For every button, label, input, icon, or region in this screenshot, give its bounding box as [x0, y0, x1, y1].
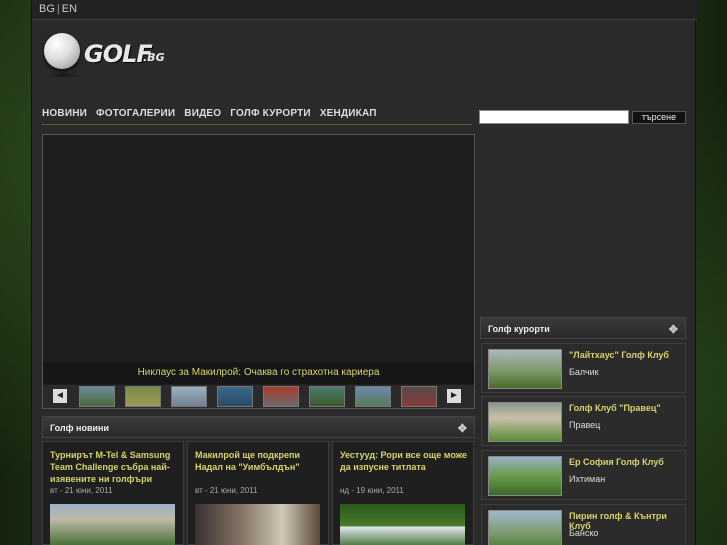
- slider-thumb[interactable]: [171, 386, 207, 407]
- slider-caption[interactable]: Никлаус за Макилрой: Очаква го страхотна…: [43, 362, 474, 384]
- resort-town: Банско: [569, 528, 599, 538]
- site-logo[interactable]: GOLF .BG: [44, 30, 174, 82]
- resort-town: Ихтиман: [569, 474, 606, 484]
- news-image[interactable]: [50, 504, 175, 545]
- news-date: вт - 21 юни, 2011: [195, 486, 258, 495]
- news-title[interactable]: Уестууд: Рори все още може да изпусне ти…: [340, 449, 470, 473]
- resort-image[interactable]: [488, 456, 562, 496]
- resort-image[interactable]: [488, 402, 562, 442]
- slider-next-arrow-icon[interactable]: ►: [447, 389, 461, 403]
- lang-separator: |: [56, 3, 60, 15]
- slider-thumb[interactable]: [309, 386, 345, 407]
- resort-name[interactable]: Ер София Голф Клуб: [569, 457, 664, 467]
- nav-item-news[interactable]: НОВИНИ: [42, 108, 87, 119]
- page-container: BG | EN GOLF .BG НОВИНИ ФОТОГАЛЕРИИ ВИДЕО ГОЛ…: [31, 0, 697, 545]
- slider-thumb[interactable]: [79, 386, 115, 407]
- news-title[interactable]: Макилрой ще подкрепи Надал на "Уимбълдън…: [195, 449, 325, 473]
- resort-image[interactable]: [488, 510, 562, 545]
- move-icon[interactable]: ✥: [458, 422, 467, 435]
- resort-town: Правец: [569, 420, 601, 430]
- news-item[interactable]: Турнирът M-Tel & Samsung Team Challenge …: [42, 441, 184, 545]
- news-image[interactable]: [340, 504, 465, 545]
- news-date: вт - 21 юни, 2011: [50, 486, 113, 495]
- resort-item[interactable]: "Лайтхаус" Голф Клуб Балчик: [481, 343, 686, 393]
- logo-word: GOLF: [84, 40, 153, 68]
- search-button[interactable]: търсене: [632, 111, 686, 124]
- ad-placeholder: [479, 134, 686, 312]
- resort-town: Балчик: [569, 367, 599, 377]
- resort-name[interactable]: "Лайтхаус" Голф Клуб: [569, 350, 669, 360]
- slider-thumb[interactable]: [125, 386, 161, 407]
- resorts-panel-title: Голф курорти: [488, 324, 550, 334]
- slider-thumb[interactable]: [263, 386, 299, 407]
- slider-thumb[interactable]: [401, 386, 437, 407]
- slider-thumb[interactable]: [355, 386, 391, 407]
- language-bar: BG | EN: [32, 0, 697, 20]
- nav-item-galleries[interactable]: ФОТОГАЛЕРИИ: [96, 108, 175, 119]
- nav-item-video[interactable]: ВИДЕО: [184, 108, 221, 119]
- news-item[interactable]: Уестууд: Рори все още може да изпусне ти…: [332, 441, 474, 545]
- logo-tld: .BG: [143, 51, 165, 64]
- news-title[interactable]: Турнирът M-Tel & Samsung Team Challenge …: [50, 449, 180, 485]
- search-input[interactable]: [479, 110, 629, 124]
- slider-prev-arrow-icon[interactable]: ◄: [53, 389, 67, 403]
- slider-thumb[interactable]: [217, 386, 253, 407]
- resorts-panel-header: Голф курорти ✥: [480, 317, 686, 339]
- golf-ball-icon: [44, 33, 80, 78]
- news-date: нд - 19 юни, 2011: [340, 486, 404, 495]
- nav-item-handicap[interactable]: ХЕНДИКАП: [320, 108, 377, 119]
- news-panel-title: Голф новини: [50, 423, 109, 433]
- news-panel-header: Голф новини ✥: [42, 416, 475, 438]
- nav-underline: [42, 124, 472, 125]
- move-icon[interactable]: ✥: [669, 323, 678, 336]
- resort-image[interactable]: [488, 349, 562, 389]
- nav-item-resorts[interactable]: ГОЛФ КУРОРТИ: [230, 108, 311, 119]
- resort-item[interactable]: Пирин голф & Кънтри Клуб Банско: [481, 504, 686, 545]
- lang-bg-link[interactable]: BG: [39, 3, 55, 15]
- resort-name[interactable]: Голф Клуб "Правец": [569, 403, 661, 413]
- resort-item[interactable]: Ер София Голф Клуб Ихтиман: [481, 450, 686, 500]
- featured-slider: Никлаус за Макилрой: Очаква го страхотна…: [42, 134, 475, 409]
- resort-item[interactable]: Голф Клуб "Правец" Правец: [481, 396, 686, 446]
- news-item[interactable]: Макилрой ще подкрепи Надал на "Уимбълдън…: [187, 441, 329, 545]
- lang-en-link[interactable]: EN: [62, 3, 77, 15]
- news-image[interactable]: [195, 504, 320, 545]
- slider-thumbnails: ◄ ►: [43, 385, 474, 408]
